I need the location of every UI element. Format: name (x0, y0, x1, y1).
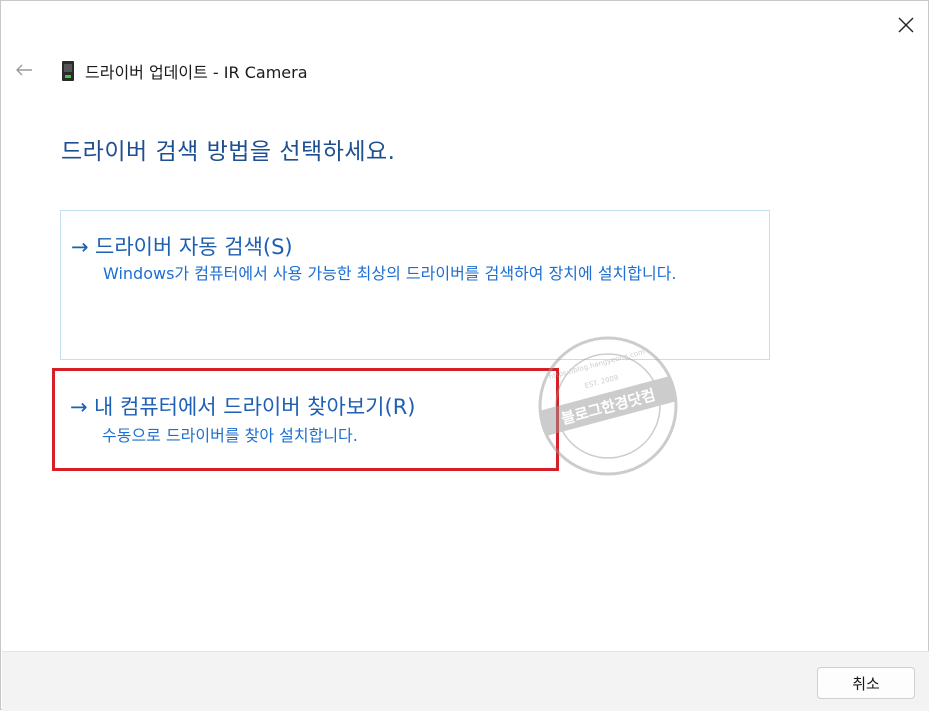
dialog-title: 드라이버 업데이트 - IR Camera (85, 63, 308, 82)
dialog-title-row: 드라이버 업데이트 - IR Camera (61, 59, 308, 83)
cancel-button[interactable]: 취소 (817, 667, 915, 699)
auto-search-label: 드라이버 자동 검색(S) (95, 235, 293, 259)
arrow-right-icon: → (71, 235, 89, 259)
back-button[interactable] (13, 59, 35, 81)
browse-computer-title: → 내 컴퓨터에서 드라이버 찾아보기(R) (70, 391, 415, 421)
close-button[interactable] (892, 11, 920, 39)
watermark-url: https://blog.hangyeong.com (548, 348, 646, 381)
watermark-est: EST. 2009 (584, 374, 619, 391)
watermark-text: 블로그한경닷컴 (559, 386, 657, 428)
dialog-footer: 취소 (2, 651, 929, 711)
auto-search-title: → 드라이버 자동 검색(S) (71, 231, 293, 261)
arrow-right-icon: → (70, 395, 88, 419)
update-driver-dialog: 드라이버 업데이트 - IR Camera 드라이버 검색 방법을 선택하세요.… (0, 0, 929, 711)
camera-device-icon (62, 61, 74, 81)
page-heading: 드라이버 검색 방법을 선택하세요. (61, 139, 396, 165)
close-icon (898, 17, 914, 33)
watermark-stamp: 블로그한경닷컴 https://blog.hangyeong.com EST. … (538, 336, 678, 476)
back-arrow-icon (16, 64, 32, 76)
browse-computer-label: 내 컴퓨터에서 드라이버 찾아보기(R) (94, 395, 416, 419)
browse-computer-option[interactable]: → 내 컴퓨터에서 드라이버 찾아보기(R) 수동으로 드라이버를 찾아 설치합니… (60, 379, 560, 469)
auto-search-description: Windows가 컴퓨터에서 사용 가능한 최상의 드라이버를 검색하여 장치에… (103, 264, 677, 283)
browse-computer-description: 수동으로 드라이버를 찾아 설치합니다. (102, 426, 358, 445)
